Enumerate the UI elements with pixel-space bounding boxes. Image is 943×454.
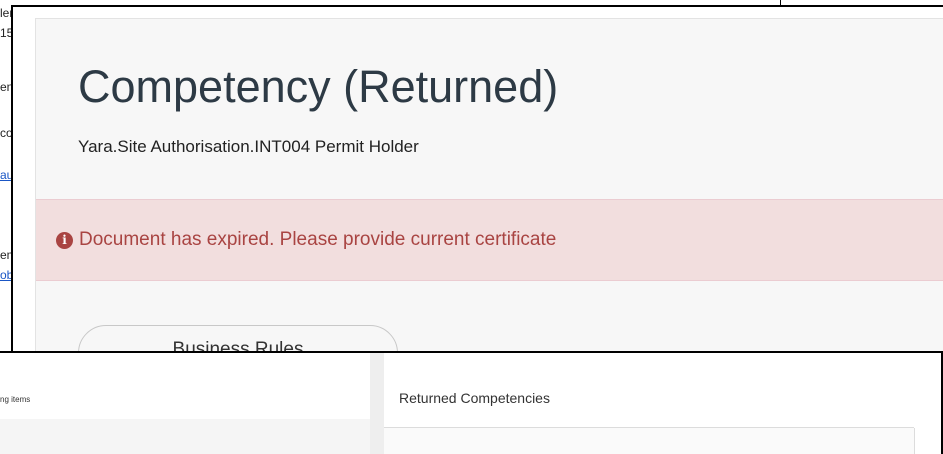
page-subtitle: Yara.Site Authorisation.INT004 Permit Ho… (78, 137, 419, 156)
pane-divider (370, 353, 384, 454)
returned-competencies-title: Returned Competencies (399, 390, 550, 406)
returned-competencies-window: ng items Returned Competencies (0, 351, 943, 454)
page-title: Competency (Returned) (78, 61, 559, 112)
list-item[interactable] (0, 419, 370, 454)
expired-alert: i Document has expired. Please provide c… (36, 199, 943, 281)
returned-competencies-list (384, 428, 915, 454)
left-pane: ng items (0, 353, 370, 454)
competency-panel: Competency (Returned) Yara.Site Authoris… (35, 18, 943, 363)
alert-message: Document has expired. Please provide cur… (79, 229, 557, 250)
competency-window: Competency (Returned) Yara.Site Authoris… (11, 5, 943, 365)
right-pane: Returned Competencies (384, 353, 941, 454)
left-pane-label: ng items (0, 395, 31, 404)
info-circle-icon: i (56, 232, 73, 249)
